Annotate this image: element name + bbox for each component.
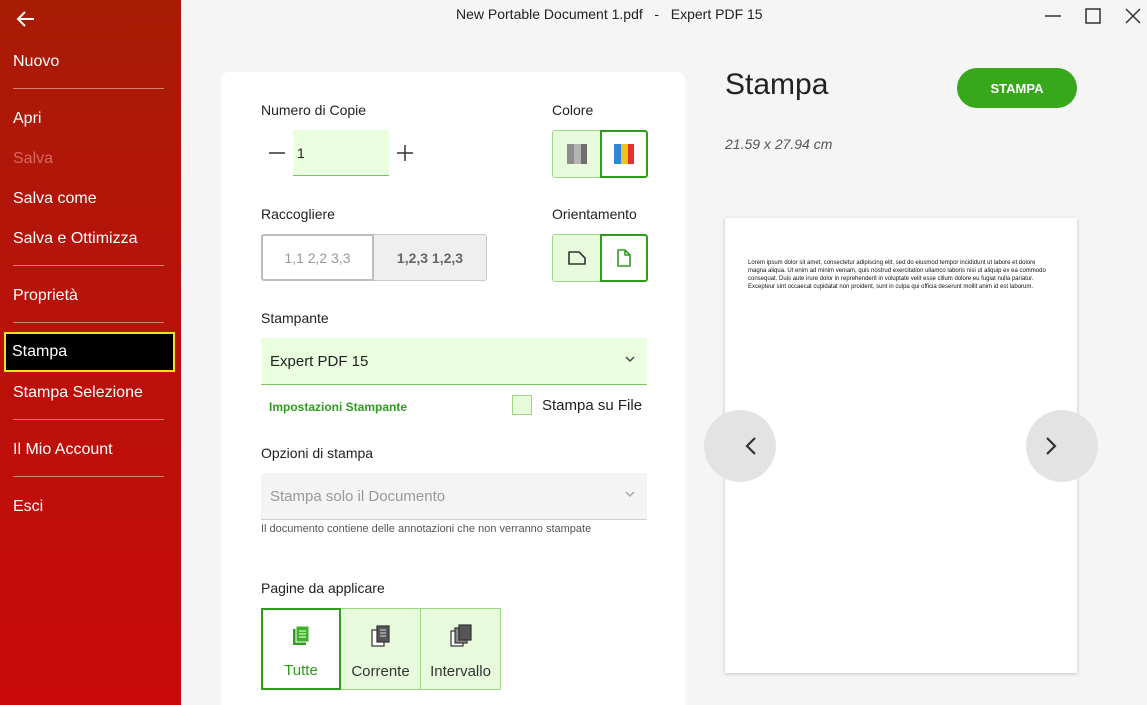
sidebar-item-salva-ottimizza[interactable]: Salva e Ottimizza [13,230,137,248]
pages-toggle: Tutte Corrente Intervallo [261,608,501,690]
sidebar: Nuovo Apri Salva Salva come Salva e Otti… [0,0,181,705]
landscape-icon [567,251,586,265]
window-title: New Portable Document 1.pdf - Expert PDF… [456,6,763,22]
printer-select[interactable]: Expert PDF 15 [261,338,647,385]
print-preview-page: Lorem ipsum dolor sit amet, consectetur … [725,218,1077,673]
all-pages-icon [293,625,310,645]
sidebar-item-nuovo[interactable]: Nuovo [13,53,59,71]
orientation-toggle [552,234,648,282]
sidebar-divider [13,476,164,477]
minimize-icon[interactable] [1041,4,1065,28]
sidebar-divider [13,265,164,266]
sidebar-item-apri[interactable]: Apri [13,110,41,128]
chevron-right-icon [1046,437,1057,455]
uncollated-option[interactable]: 1,1 2,2 3,3 [261,234,374,281]
page-range-icon [449,624,472,647]
chevron-down-icon [625,356,635,363]
sidebar-divider [13,419,164,420]
portrait-option[interactable] [600,234,648,282]
title-bar: New Portable Document 1.pdf - Expert PDF… [181,0,1147,30]
maximize-icon[interactable] [1081,4,1105,28]
sidebar-item-stampa[interactable]: Stampa [4,332,175,372]
copies-input[interactable] [293,130,389,176]
color-option[interactable] [600,130,648,178]
pages-label: Pagine da applicare [261,580,385,596]
pages-option-label: Tutte [284,662,318,679]
color-label: Colore [552,102,594,118]
decrement-button[interactable] [266,142,288,164]
pages-option-intervallo[interactable]: Intervallo [421,608,501,690]
color-toggle [552,130,648,178]
pages-option-corrente[interactable]: Corrente [341,608,421,690]
collate-toggle: 1,1 2,2 3,3 1,2,3 1,2,3 [261,234,487,281]
sidebar-item-stampa-selezione[interactable]: Stampa Selezione [13,384,143,402]
current-page-icon [370,625,390,647]
annotations-hint: Il documento contiene delle annotazioni … [261,523,592,535]
chevron-down-icon [625,491,635,498]
printer-label: Stampante [261,310,329,326]
previous-page-button[interactable] [704,410,776,482]
print-settings-card: Numero di Copie Colore Raccogliere 1,1 2… [221,72,685,705]
color-icon [614,144,634,164]
chevron-left-icon [745,437,756,455]
sidebar-item-salva-come[interactable]: Salva come [13,190,97,208]
sidebar-divider [13,322,164,323]
sidebar-item-account[interactable]: Il Mio Account [13,441,113,459]
sidebar-divider [13,88,164,89]
pages-option-label: Intervallo [430,663,491,680]
next-page-button[interactable] [1026,410,1098,482]
page-size-label: 21.59 x 27.94 cm [725,136,833,152]
print-options-value: Stampa solo il Documento [270,487,446,505]
collated-option[interactable]: 1,2,3 1,2,3 [374,234,487,281]
pages-option-label: Corrente [351,663,410,680]
close-icon[interactable] [1121,4,1145,28]
printer-select-value: Expert PDF 15 [270,352,369,370]
print-button[interactable]: STAMPA [957,68,1077,108]
increment-button[interactable] [394,142,416,164]
print-options-select[interactable]: Stampa solo il Documento [261,473,647,520]
orientation-label: Orientamento [552,206,637,222]
grayscale-option[interactable] [552,130,600,178]
print-to-file-label: Stampa su File [542,397,643,414]
pages-option-tutte[interactable]: Tutte [261,608,341,690]
print-to-file-checkbox[interactable] [512,395,532,415]
sidebar-item-proprieta[interactable]: Proprietà [13,287,78,305]
printer-settings-link[interactable]: Impostazioni Stampante [269,400,407,414]
copies-label: Numero di Copie [261,102,367,118]
grayscale-icon [566,144,587,164]
print-options-label: Opzioni di stampa [261,445,374,461]
landscape-option[interactable] [552,234,600,282]
back-arrow-icon[interactable] [14,8,38,30]
sidebar-item-esci[interactable]: Esci [13,498,43,516]
portrait-icon [617,249,631,267]
collate-label: Raccogliere [261,206,335,222]
sidebar-item-salva: Salva [13,150,54,167]
preview-page-text: Lorem ipsum dolor sit amet, consectetur … [748,260,1046,290]
page-title: Stampa [725,68,829,101]
